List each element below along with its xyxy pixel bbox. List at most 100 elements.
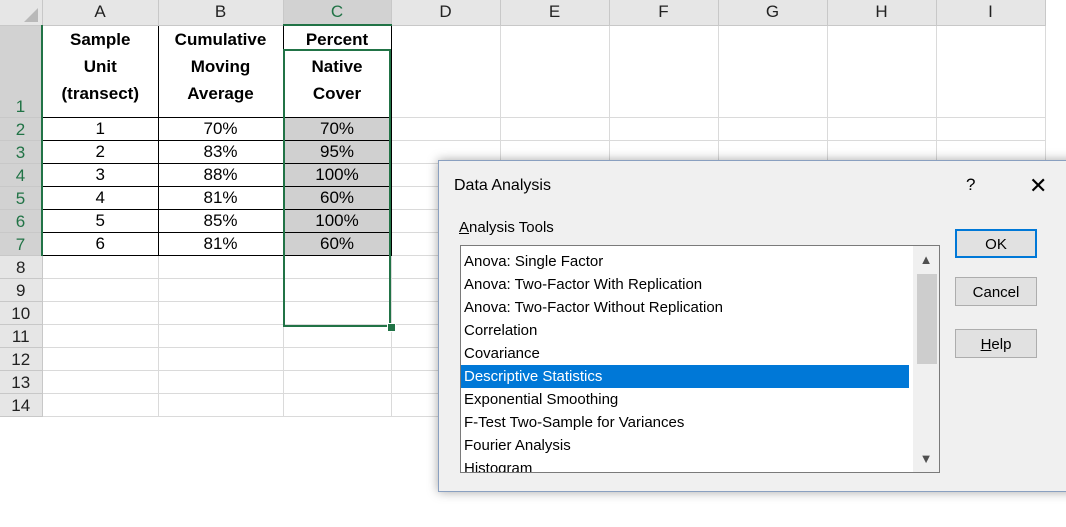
column-header-h[interactable]: H xyxy=(827,0,937,26)
cell[interactable] xyxy=(283,255,392,279)
cell[interactable] xyxy=(718,117,828,141)
cell[interactable] xyxy=(827,117,937,141)
row-header-14[interactable]: 14 xyxy=(0,393,43,417)
row-header-3[interactable]: 3 xyxy=(0,140,43,164)
column-header-e[interactable]: E xyxy=(500,0,610,26)
list-item[interactable]: Covariance xyxy=(461,342,909,365)
list-item[interactable]: Exponential Smoothing xyxy=(461,388,909,411)
cell[interactable] xyxy=(283,278,392,302)
cell[interactable] xyxy=(500,117,610,141)
listbox-scrollbar[interactable]: ▲ ▼ xyxy=(913,246,939,472)
cell-b5[interactable]: 81% xyxy=(157,185,284,210)
list-item[interactable]: Correlation xyxy=(461,319,909,342)
cell-c4[interactable]: 100% xyxy=(282,162,392,187)
row-header-11[interactable]: 11 xyxy=(0,324,43,348)
analysis-tools-listbox[interactable]: Anova: Single Factor Anova: Two-Factor W… xyxy=(460,245,940,473)
cell-a3[interactable]: 2 xyxy=(41,139,159,164)
cell-a7[interactable]: 6 xyxy=(41,231,159,256)
cell-a1[interactable]: Sample Unit (transect) xyxy=(41,24,159,118)
column-header-a[interactable]: A xyxy=(42,0,159,26)
row-header-5[interactable]: 5 xyxy=(0,186,43,210)
cell[interactable] xyxy=(42,301,159,325)
cell[interactable] xyxy=(42,347,159,371)
column-header-b[interactable]: B xyxy=(158,0,284,26)
cell[interactable] xyxy=(936,117,1046,141)
cell[interactable] xyxy=(609,25,719,118)
cell-c1[interactable]: Percent Native Cover xyxy=(282,24,392,118)
cell-c5[interactable]: 60% xyxy=(282,185,392,210)
cell-b4[interactable]: 88% xyxy=(157,162,284,187)
row-header-10[interactable]: 10 xyxy=(0,301,43,325)
list-item[interactable]: Anova: Two-Factor With Replication xyxy=(461,273,909,296)
cell-b7[interactable]: 81% xyxy=(157,231,284,256)
scroll-thumb[interactable] xyxy=(917,274,937,364)
list-item[interactable]: Fourier Analysis xyxy=(461,434,909,457)
list-item[interactable]: F-Test Two-Sample for Variances xyxy=(461,411,909,434)
help-question-icon[interactable]: ? xyxy=(966,175,975,195)
cell[interactable] xyxy=(936,25,1046,118)
cell-c2[interactable]: 70% xyxy=(282,116,392,141)
cell[interactable] xyxy=(158,301,284,325)
cell-b2[interactable]: 70% xyxy=(157,116,284,141)
fill-handle[interactable] xyxy=(387,323,396,332)
cell-b6[interactable]: 85% xyxy=(157,208,284,233)
cell-a5[interactable]: 4 xyxy=(41,185,159,210)
help-button[interactable]: Help xyxy=(955,329,1037,358)
cell[interactable] xyxy=(42,324,159,348)
cell[interactable] xyxy=(283,324,392,348)
cell[interactable] xyxy=(42,278,159,302)
cell-c7[interactable]: 60% xyxy=(282,231,392,256)
cell[interactable] xyxy=(42,255,159,279)
cell[interactable] xyxy=(158,324,284,348)
cell[interactable] xyxy=(42,370,159,394)
row-header-1[interactable]: 1 xyxy=(0,25,43,118)
mnemonic-letter: A xyxy=(459,219,470,236)
column-header-d[interactable]: D xyxy=(391,0,501,26)
row-header-6[interactable]: 6 xyxy=(0,209,43,233)
cell-c3[interactable]: 95% xyxy=(282,139,392,164)
row-header-7[interactable]: 7 xyxy=(0,232,43,256)
cell[interactable] xyxy=(283,370,392,394)
list-item[interactable]: Anova: Single Factor xyxy=(461,250,909,273)
cell[interactable] xyxy=(158,370,284,394)
cell-a4[interactable]: 3 xyxy=(41,162,159,187)
cell[interactable] xyxy=(391,117,501,141)
list-item[interactable]: Histogram xyxy=(461,457,909,472)
row-header-2[interactable]: 2 xyxy=(0,117,43,141)
cell-b3[interactable]: 83% xyxy=(157,139,284,164)
cell-c6[interactable]: 100% xyxy=(282,208,392,233)
cell[interactable] xyxy=(391,25,501,118)
cell[interactable] xyxy=(827,25,937,118)
cell-a6[interactable]: 5 xyxy=(41,208,159,233)
column-header-f[interactable]: F xyxy=(609,0,719,26)
cell[interactable] xyxy=(718,25,828,118)
ok-button[interactable]: OK xyxy=(955,229,1037,258)
cell-b1[interactable]: Cumulative Moving Average xyxy=(157,24,284,118)
list-item-selected[interactable]: Descriptive Statistics xyxy=(461,365,909,388)
cell[interactable] xyxy=(283,301,392,325)
cell[interactable] xyxy=(158,255,284,279)
row-header-4[interactable]: 4 xyxy=(0,163,43,187)
cell-a2[interactable]: 1 xyxy=(41,116,159,141)
cell[interactable] xyxy=(158,278,284,302)
row-header-13[interactable]: 13 xyxy=(0,370,43,394)
close-icon[interactable]: ✕ xyxy=(1029,173,1047,199)
cell[interactable] xyxy=(283,347,392,371)
scroll-down-icon[interactable]: ▼ xyxy=(913,448,939,472)
column-header-g[interactable]: G xyxy=(718,0,828,26)
column-header-c[interactable]: C xyxy=(283,0,392,26)
scroll-up-icon[interactable]: ▲ xyxy=(913,246,939,270)
cell[interactable] xyxy=(158,393,284,417)
list-item[interactable]: Anova: Two-Factor Without Replication xyxy=(461,296,909,319)
cell[interactable] xyxy=(283,393,392,417)
select-all-corner[interactable] xyxy=(0,0,43,26)
cell[interactable] xyxy=(500,25,610,118)
column-header-i[interactable]: I xyxy=(936,0,1046,26)
cell[interactable] xyxy=(609,117,719,141)
cancel-button[interactable]: Cancel xyxy=(955,277,1037,306)
row-header-12[interactable]: 12 xyxy=(0,347,43,371)
row-header-8[interactable]: 8 xyxy=(0,255,43,279)
cell[interactable] xyxy=(42,393,159,417)
cell[interactable] xyxy=(158,347,284,371)
row-header-9[interactable]: 9 xyxy=(0,278,43,302)
